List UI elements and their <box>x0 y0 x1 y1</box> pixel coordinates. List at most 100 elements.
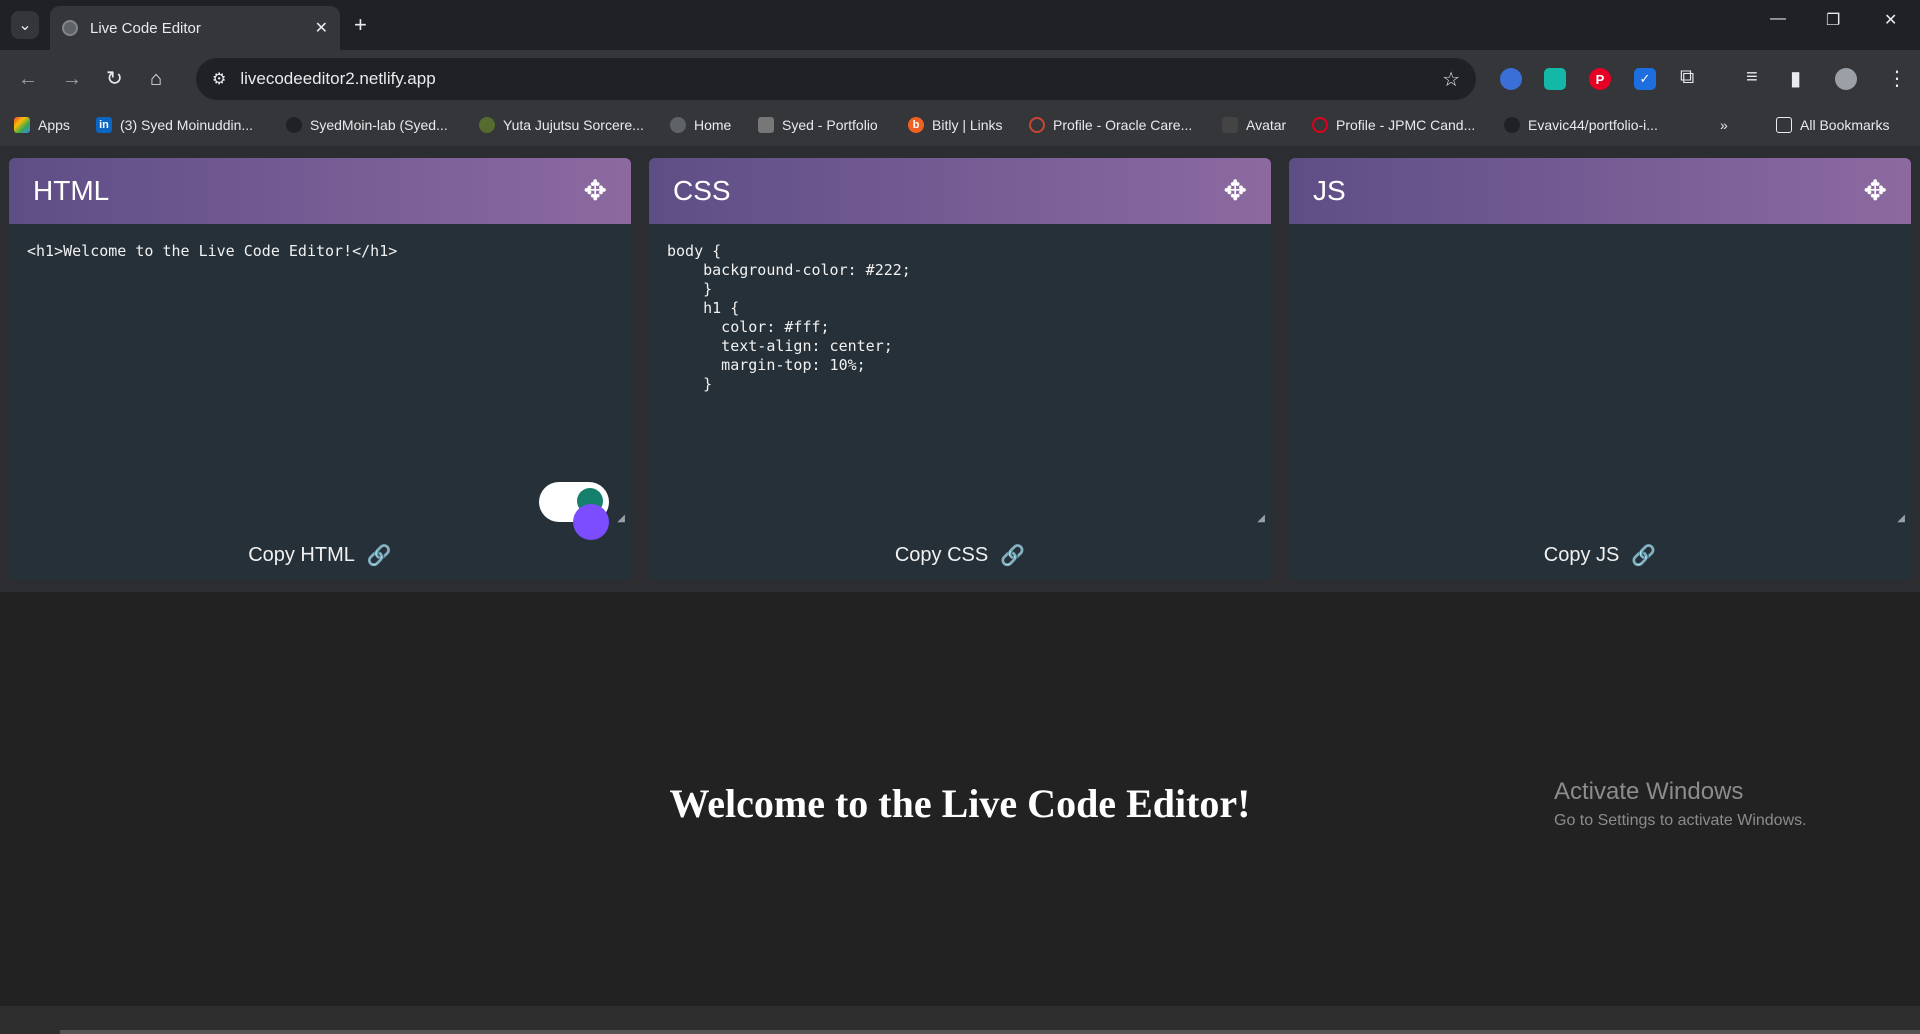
side-panel-icon[interactable]: ▮ <box>1790 66 1801 91</box>
browser-chrome: ⌄ Live Code Editor ✕ + — ❐ ✕ ← → ↻ ⌂ ⚙ l… <box>0 0 1920 146</box>
globe-icon <box>62 20 78 36</box>
profile-avatar[interactable] <box>1835 68 1857 90</box>
watermark-subtitle: Go to Settings to activate Windows. <box>1554 812 1807 829</box>
bookmark-linkedin[interactable]: in (3) Syed Moinuddin... <box>96 117 253 133</box>
html-editor[interactable]: <h1>Welcome to the Live Code Editor!</h1… <box>9 224 631 540</box>
github-icon <box>286 117 302 133</box>
extension-shield-icon[interactable] <box>1500 68 1522 90</box>
tab-title: Live Code Editor <box>90 19 201 37</box>
chevron-down-icon: ⌄ <box>18 17 32 34</box>
link-icon: 🔗 <box>1631 544 1657 567</box>
chevrons-right-icon: » <box>1720 117 1728 133</box>
copy-css-button[interactable]: Copy CSS 🔗 <box>649 530 1271 580</box>
close-window-button[interactable]: ✕ <box>1884 10 1897 30</box>
css-panel-header: CSS ✥ <box>649 158 1271 224</box>
reload-button[interactable]: ↻ <box>106 67 123 91</box>
html-panel-header: HTML ✥ <box>9 158 631 224</box>
tab-strip: ⌄ Live Code Editor ✕ + — ❐ ✕ <box>0 0 1920 50</box>
css-code[interactable]: body { background-color: #222; } h1 { co… <box>667 242 1253 394</box>
bookmarks-bar: Apps in (3) Syed Moinuddin... SyedMoin-l… <box>0 108 1920 146</box>
html-panel: HTML ✥ <h1>Welcome to the Live Code Edit… <box>9 158 631 580</box>
address-bar[interactable]: ⚙ livecodeeditor2.netlify.app ☆ <box>196 58 1476 100</box>
js-panel-header: JS ✥ <box>1289 158 1911 224</box>
tab-search-button[interactable]: ⌄ <box>11 11 39 39</box>
bookmark-label: Profile - JPMC Cand... <box>1336 117 1476 133</box>
character-icon <box>479 117 495 133</box>
back-button[interactable]: ← <box>18 67 38 91</box>
js-panel-title: JS <box>1313 175 1346 206</box>
oracle-icon <box>1029 117 1045 133</box>
forward-button[interactable]: → <box>62 67 82 91</box>
home-button[interactable]: ⌂ <box>150 67 162 91</box>
bookmark-yuta[interactable]: Yuta Jujutsu Sorcere... <box>479 117 644 133</box>
browser-tab[interactable]: Live Code Editor ✕ <box>50 6 340 50</box>
link-icon: 🔗 <box>1000 544 1026 567</box>
move-icon[interactable]: ✥ <box>1864 177 1887 205</box>
bitly-icon: b <box>908 117 924 133</box>
windows-activation-watermark: Activate Windows Go to Settings to activ… <box>1554 778 1807 830</box>
move-icon[interactable]: ✥ <box>1224 177 1247 205</box>
url-text: livecodeeditor2.netlify.app <box>240 69 436 88</box>
scrollbar-thumb[interactable] <box>60 1030 1920 1034</box>
all-bookmarks-button[interactable]: All Bookmarks <box>1776 117 1889 133</box>
bookmark-label: Avatar <box>1246 117 1287 133</box>
minimize-button[interactable]: — <box>1770 10 1786 28</box>
css-editor[interactable]: body { background-color: #222; } h1 { co… <box>649 224 1271 530</box>
bookmark-label: Evavic44/portfolio-i... <box>1528 117 1658 133</box>
bookmark-jpmc[interactable]: Profile - JPMC Cand... <box>1312 117 1475 133</box>
grammarly-status-dot <box>573 504 609 540</box>
bookmark-star-icon[interactable]: ☆ <box>1442 67 1460 92</box>
bookmark-github-lab[interactable]: SyedMoin-lab (Syed... <box>286 117 448 133</box>
site-info-icon[interactable]: ⚙ <box>212 69 226 89</box>
bookmark-avatar[interactable]: Avatar <box>1222 117 1286 133</box>
html-panel-title: HTML <box>33 175 110 206</box>
js-editor[interactable]: ◢ <box>1289 224 1911 530</box>
extension-check-icon[interactable]: ✓ <box>1634 68 1656 90</box>
bookmark-portfolio[interactable]: Syed - Portfolio <box>758 117 878 133</box>
css-panel: CSS ✥ body { background-color: #222; } h… <box>649 158 1271 580</box>
oracle-icon <box>1312 117 1328 133</box>
bookmark-bitly[interactable]: b Bitly | Links <box>908 117 1003 133</box>
avatar-icon <box>1222 117 1238 133</box>
grammarly-widget[interactable] <box>539 482 609 540</box>
bookmark-label: Yuta Jujutsu Sorcere... <box>503 117 644 133</box>
resize-handle-icon[interactable]: ◢ <box>1257 513 1265 524</box>
html-code[interactable]: <h1>Welcome to the Live Code Editor!</h1… <box>27 242 613 261</box>
bookmarks-overflow-button[interactable]: » <box>1720 117 1728 133</box>
bookmark-evavic[interactable]: Evavic44/portfolio-i... <box>1504 117 1658 133</box>
close-tab-icon[interactable]: ✕ <box>315 18 328 38</box>
bookmark-label: (3) Syed Moinuddin... <box>120 117 254 133</box>
resize-handle-icon[interactable]: ◢ <box>617 513 625 524</box>
linkedin-icon: in <box>96 117 112 133</box>
resize-handle-icon[interactable]: ◢ <box>1897 513 1905 524</box>
css-panel-title: CSS <box>673 175 731 206</box>
editor-panels: HTML ✥ <h1>Welcome to the Live Code Edit… <box>0 146 1920 592</box>
bookmark-label: SyedMoin-lab (Syed... <box>310 117 448 133</box>
horizontal-scrollbar[interactable] <box>0 1006 1920 1034</box>
new-tab-button[interactable]: + <box>354 12 367 38</box>
all-bookmarks-label: All Bookmarks <box>1800 117 1890 133</box>
extension-grid-icon[interactable] <box>1544 68 1566 90</box>
watermark-title: Activate Windows <box>1554 778 1744 805</box>
browser-toolbar: ← → ↻ ⌂ ⚙ livecodeeditor2.netlify.app ☆ … <box>0 50 1920 108</box>
link-icon: 🔗 <box>366 544 392 567</box>
bookmark-label: Profile - Oracle Care... <box>1053 117 1193 133</box>
copy-html-button[interactable]: Copy HTML 🔗 <box>9 530 631 580</box>
pinterest-icon[interactable]: P <box>1589 68 1611 90</box>
reading-list-icon[interactable]: ≡ <box>1746 66 1758 89</box>
menu-kebab-icon[interactable]: ⋮ <box>1887 66 1907 91</box>
bookmark-label: Apps <box>38 117 70 133</box>
move-icon[interactable]: ✥ <box>584 177 607 205</box>
bookmark-oracle[interactable]: Profile - Oracle Care... <box>1029 117 1192 133</box>
copy-js-label: Copy JS <box>1543 543 1620 566</box>
copy-js-button[interactable]: Copy JS 🔗 <box>1289 530 1911 580</box>
folder-icon <box>1776 117 1792 133</box>
bookmark-home[interactable]: Home <box>670 117 731 133</box>
restore-button[interactable]: ❐ <box>1826 10 1840 30</box>
extensions-puzzle-icon[interactable]: ⧉ <box>1680 66 1694 89</box>
copy-css-label: Copy CSS <box>894 543 989 566</box>
bookmark-apps[interactable]: Apps <box>14 117 70 133</box>
apps-grid-icon <box>14 117 30 133</box>
live-code-editor-app: HTML ✥ <h1>Welcome to the Live Code Edit… <box>0 146 1920 1034</box>
js-panel: JS ✥ ◢ Copy JS 🔗 <box>1289 158 1911 580</box>
